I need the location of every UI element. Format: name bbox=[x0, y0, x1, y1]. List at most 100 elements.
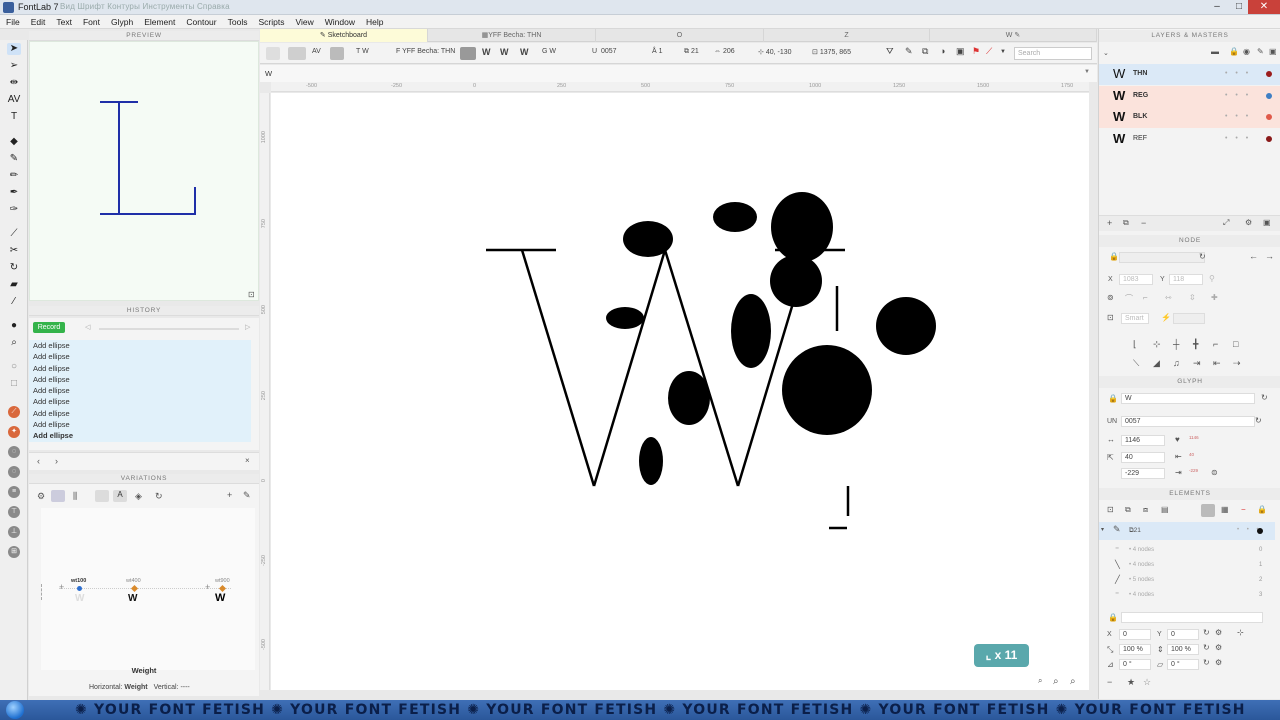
glyph-unicode-input[interactable]: 0057 bbox=[1121, 416, 1255, 427]
pencil-icon[interactable]: ✏ bbox=[7, 170, 21, 182]
power-brush-icon[interactable]: ⟋ bbox=[8, 406, 20, 418]
sidebar-toggle-icon[interactable] bbox=[266, 47, 280, 60]
element-favorite-icon[interactable]: ★ bbox=[1127, 677, 1135, 688]
blob-ellipse[interactable] bbox=[623, 221, 673, 257]
variations-layers-icon[interactable]: ◈ bbox=[135, 491, 142, 502]
layer-color-dot[interactable] bbox=[1266, 136, 1272, 142]
node-tool-7-icon[interactable]: ⟍ bbox=[1133, 358, 1139, 369]
ellipse-tool-icon[interactable]: ○ bbox=[7, 361, 21, 373]
metrics-mode-icon[interactable] bbox=[288, 47, 306, 60]
tool-grey-1-icon[interactable]: ◌ bbox=[8, 446, 20, 458]
fill-icon[interactable]: ▰ bbox=[7, 279, 21, 291]
history-next-icon[interactable]: › bbox=[55, 456, 58, 466]
vertical-value[interactable]: ---- bbox=[180, 684, 189, 691]
element-row-selected[interactable]: ▾ ✎ ⧉21 • • • bbox=[1099, 522, 1275, 540]
add-layer-icon[interactable]: + bbox=[1107, 218, 1112, 228]
node-type-icon[interactable]: ⊚ bbox=[1107, 293, 1114, 302]
tool-grey-5-icon[interactable]: ⊥ bbox=[8, 526, 20, 538]
history-item[interactable]: Add ellipse bbox=[29, 374, 251, 385]
menu-edit[interactable]: Edit bbox=[31, 17, 46, 27]
glyph-name-input[interactable]: W bbox=[1121, 393, 1255, 404]
node-tunnel-icon[interactable]: ⚡ bbox=[1161, 313, 1171, 322]
element-pointer-icon[interactable]: ➢ bbox=[7, 60, 21, 72]
blob-ellipse[interactable] bbox=[639, 437, 663, 485]
tab-sketchboard[interactable]: ✎ Sketchboard bbox=[260, 29, 428, 42]
flag-icon[interactable]: ⚑ bbox=[972, 46, 980, 57]
element-remove-icon[interactable]: − bbox=[1241, 505, 1246, 514]
dropdown-arrow-icon[interactable]: ▼ bbox=[1000, 49, 1006, 55]
node-align-v-icon[interactable]: ⇳ bbox=[1189, 293, 1196, 302]
layer-options-icon[interactable]: • • • bbox=[1225, 92, 1251, 99]
rotation-field[interactable]: 0 ° bbox=[1119, 659, 1151, 670]
close-button[interactable]: ✕ bbox=[1248, 0, 1280, 14]
scale-options-icon[interactable]: ⚙ bbox=[1215, 643, 1222, 652]
elements-grid-view-icon[interactable]: ▦ bbox=[1221, 505, 1229, 514]
history-prev-icon[interactable]: ‹ bbox=[37, 456, 40, 466]
layers-toolbar-icon[interactable]: ▬ bbox=[1211, 47, 1219, 56]
history-item[interactable]: Add ellipse bbox=[29, 419, 251, 430]
elements-collapse-icon[interactable]: − bbox=[1107, 677, 1112, 687]
element-anchor-icon[interactable]: ⊹ bbox=[1237, 628, 1244, 637]
tab-glyph-z[interactable]: Z bbox=[764, 29, 930, 42]
variations-a-icon[interactable]: A bbox=[113, 490, 127, 502]
node-tool-5-icon[interactable]: ⌐ bbox=[1213, 339, 1218, 349]
lsb-link-icon[interactable]: ⇤ bbox=[1175, 452, 1182, 461]
tool-orange-icon[interactable]: ✦ bbox=[8, 426, 20, 438]
guide-icon[interactable]: ● bbox=[7, 320, 21, 332]
node-link-icon[interactable]: ⚲ bbox=[1209, 274, 1215, 283]
history-slider[interactable] bbox=[99, 328, 239, 330]
tool-grey-2-icon[interactable]: ◌ bbox=[8, 466, 20, 478]
scale-reset-icon[interactable]: ↻ bbox=[1203, 643, 1210, 652]
node-tunnel-field[interactable] bbox=[1173, 313, 1205, 324]
history-back-icon[interactable]: ◁ bbox=[85, 323, 90, 331]
node-align-h-icon[interactable]: ⇿ bbox=[1165, 293, 1172, 302]
menu-glyph[interactable]: Glyph bbox=[111, 17, 133, 27]
brush-icon[interactable]: ✎ bbox=[7, 153, 21, 165]
variations-refresh-icon[interactable]: ↻ bbox=[155, 491, 163, 502]
element-visibility-dot[interactable] bbox=[1257, 528, 1263, 534]
slant-field[interactable]: 0 ° bbox=[1167, 659, 1199, 670]
blob-ellipse[interactable] bbox=[606, 307, 644, 329]
layer-row-blk[interactable]: W BLK • • • bbox=[1099, 107, 1280, 128]
variations-settings-icon[interactable]: ⚙ bbox=[37, 491, 45, 502]
contour-pointer-icon[interactable]: ➤ bbox=[7, 43, 21, 55]
variations-sliders-icon[interactable]: ⫼ bbox=[73, 491, 77, 502]
layers-color-icon[interactable]: ▣ bbox=[1269, 47, 1277, 56]
node-tool-11-icon[interactable]: ⇤ bbox=[1213, 358, 1221, 369]
layer-thumb-icon[interactable] bbox=[460, 47, 476, 60]
scale-x-field[interactable]: 100 % bbox=[1119, 644, 1151, 655]
rotation-options-icon[interactable]: ⚙ bbox=[1215, 658, 1222, 667]
variations-edit-icon[interactable]: ✎ bbox=[243, 490, 251, 501]
node-tool-2-icon[interactable]: ⊹ bbox=[1153, 339, 1161, 350]
layer-row-reg[interactable]: W REG • • • bbox=[1099, 86, 1280, 107]
contour-row[interactable]: ╲ • 4 nodes 1 bbox=[1099, 559, 1275, 573]
node-tool-9-icon[interactable]: ♫ bbox=[1173, 358, 1180, 368]
text-bar-dropdown-icon[interactable]: ▼ bbox=[1084, 69, 1090, 75]
w-stroke-3[interactable] bbox=[663, 249, 740, 487]
scale-y-field[interactable]: 100 % bbox=[1167, 644, 1199, 655]
layers-visible-icon[interactable]: ◉ bbox=[1243, 47, 1250, 56]
glyph-options-icon[interactable]: ⊜ bbox=[1211, 468, 1218, 477]
glyph-lock-icon[interactable]: 🔒 bbox=[1108, 394, 1118, 403]
text-tool-icon[interactable]: T bbox=[7, 111, 21, 123]
index-field[interactable]: Å 1 bbox=[652, 48, 663, 55]
history-forward-icon[interactable]: ▷ bbox=[245, 323, 250, 331]
glyph-blk-icon[interactable]: W bbox=[520, 47, 529, 57]
history-item-current[interactable]: Add ellipse bbox=[29, 430, 251, 441]
expand-layers-icon[interactable]: ⤢ bbox=[1223, 218, 1229, 228]
node-name-field[interactable] bbox=[1119, 252, 1205, 263]
node-next-icon[interactable]: → bbox=[1265, 251, 1274, 261]
layer-options-icon[interactable]: • • • bbox=[1225, 70, 1251, 77]
node-tool-12-icon[interactable]: ⇢ bbox=[1233, 358, 1241, 369]
menu-help[interactable]: Help bbox=[366, 17, 383, 27]
layers-collapse-icon[interactable]: ⌄ bbox=[1103, 49, 1109, 57]
element-name-input[interactable] bbox=[1121, 612, 1263, 623]
element-x-field[interactable]: 0 bbox=[1119, 629, 1151, 640]
node-tool-6-icon[interactable]: □ bbox=[1233, 339, 1238, 349]
color-line-icon[interactable]: ⟋ bbox=[986, 46, 992, 57]
blob-ellipse[interactable] bbox=[713, 202, 757, 232]
contour-row[interactable]: ⁻ • 4 nodes 3 bbox=[1099, 589, 1275, 603]
node-tool-10-icon[interactable]: ⇥ bbox=[1193, 358, 1201, 369]
view-mode-icon[interactable]: ◑ bbox=[940, 46, 945, 56]
history-item[interactable]: Add ellipse bbox=[29, 396, 251, 407]
